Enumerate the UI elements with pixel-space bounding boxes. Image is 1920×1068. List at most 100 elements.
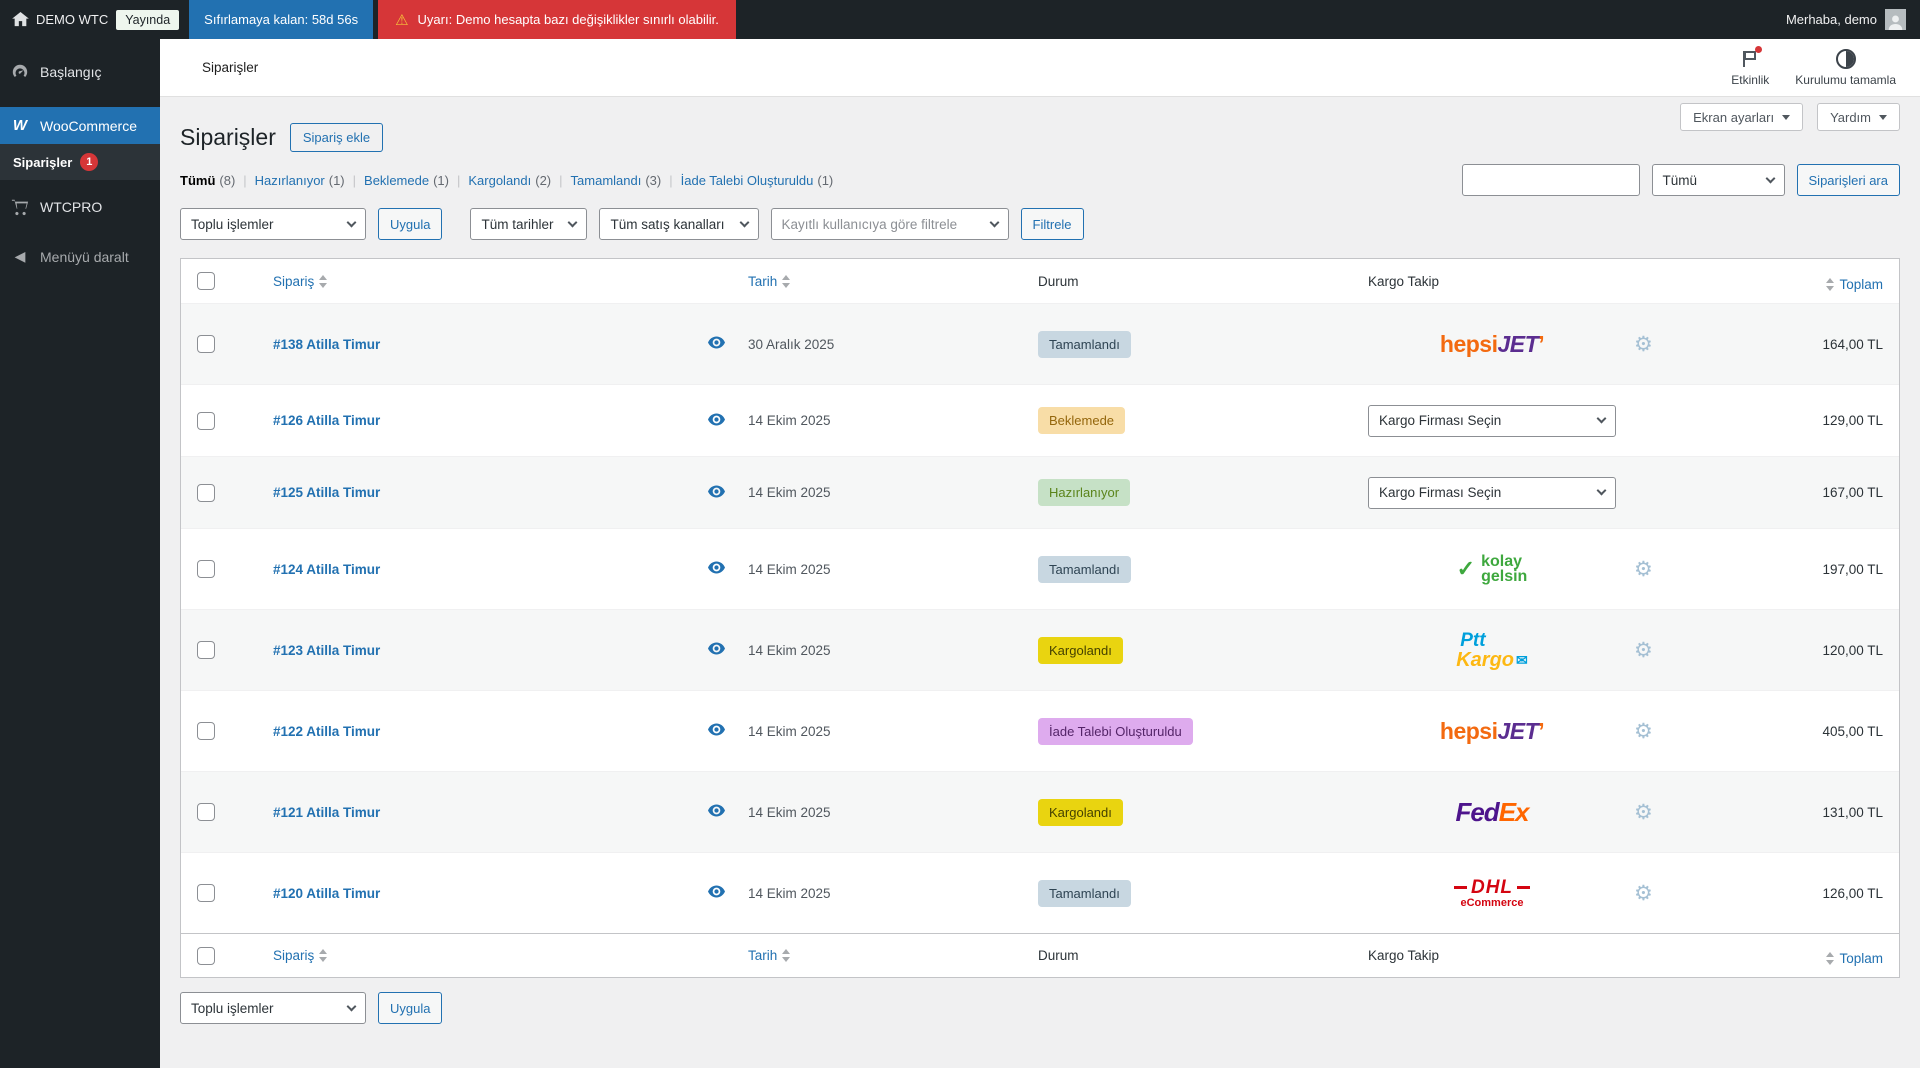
order-link[interactable]: #124 Atilla Timur [273, 562, 380, 577]
sidebar-item-baslangic[interactable]: Başlangıç [0, 53, 160, 91]
chevron-down-icon [347, 1001, 357, 1011]
cargo-cell: hepsiJET’ ⚙ [1352, 718, 1682, 745]
cargo-settings-gear-icon[interactable]: ⚙ [1634, 640, 1653, 661]
preview-eye-icon[interactable] [708, 885, 725, 898]
sort-by-date[interactable]: Tarih [748, 948, 795, 963]
search-type-select[interactable]: Tümü [1652, 164, 1785, 196]
avatar[interactable] [1885, 9, 1906, 30]
status-badge: Tamamlandı [1038, 556, 1131, 583]
cargo-settings-gear-icon[interactable]: ⚙ [1634, 802, 1653, 823]
cargo-settings-gear-icon[interactable]: ⚙ [1634, 334, 1653, 355]
sidebar-item-wtcpro[interactable]: WTCPRO [0, 188, 160, 226]
greeting-text[interactable]: Merhaba, demo [1786, 12, 1877, 27]
column-cargo: Kargo Takip [1368, 274, 1439, 289]
status-filter-link[interactable]: Tamamlandı [571, 173, 642, 188]
row-checkbox[interactable] [197, 884, 215, 902]
status-filter-link[interactable]: Hazırlanıyor [255, 173, 325, 188]
sort-by-total[interactable]: Toplam [1821, 277, 1883, 292]
cargo-settings-gear-icon[interactable]: ⚙ [1634, 883, 1653, 904]
bulk-actions-select[interactable]: Toplu işlemler [180, 208, 366, 240]
order-link[interactable]: #123 Atilla Timur [273, 643, 380, 658]
site-menu[interactable]: DEMO WTC [12, 12, 108, 27]
cargo-company-select[interactable]: Kargo Firması Seçin [1368, 477, 1616, 509]
preview-eye-icon[interactable] [708, 561, 725, 574]
status-filter-link[interactable]: Tümü [180, 173, 215, 188]
status-filter-links: Tümü (8)Hazırlanıyor (1) Beklemede (1) Kargol… [180, 173, 833, 188]
dashboard-icon [10, 63, 30, 81]
collapse-menu-button[interactable]: ◀ Menüyü daralt [0, 238, 160, 275]
order-total: 126,00 TL [1822, 886, 1883, 901]
row-checkbox[interactable] [197, 722, 215, 740]
sort-by-date[interactable]: Tarih [748, 274, 795, 289]
preview-eye-icon[interactable] [708, 336, 725, 349]
order-link[interactable]: #120 Atilla Timur [273, 886, 380, 901]
search-orders-button[interactable]: Siparişleri ara [1797, 164, 1900, 196]
activity-button[interactable]: Etkinlik [1731, 48, 1769, 87]
sort-arrows-icon [782, 949, 790, 962]
bulk-actions-select-bottom[interactable]: Toplu işlemler [180, 992, 366, 1024]
order-link[interactable]: #126 Atilla Timur [273, 413, 380, 428]
customer-filter-select[interactable]: Kayıtlı kullanıcıya göre filtrele [771, 208, 1009, 240]
cargo-settings-gear-icon[interactable]: ⚙ [1634, 721, 1653, 742]
orders-table-body: #138 Atilla Timur 30 Aralık 2025 Tamamla… [181, 303, 1899, 933]
add-order-button[interactable]: Sipariş ekle [290, 123, 383, 152]
search-input[interactable] [1462, 164, 1640, 196]
order-link[interactable]: #125 Atilla Timur [273, 485, 380, 500]
sort-by-total[interactable]: Toplam [1821, 951, 1883, 966]
sales-channel-select[interactable]: Tüm satış kanalları [599, 208, 758, 240]
cargo-cell: Ptt Kargo✉ ⚙ [1352, 631, 1682, 670]
order-link[interactable]: #138 Atilla Timur [273, 337, 380, 352]
status-filter-count: (8) [219, 173, 235, 188]
sort-arrows-icon [319, 949, 327, 962]
help-button[interactable]: Yardım [1817, 103, 1900, 131]
demo-warning-banner: ⚠ Uyarı: Demo hesapta bazı değişiklikler… [378, 0, 736, 39]
status-filter-link[interactable]: İade Talebi Oluşturuldu [681, 173, 814, 188]
status-filter-link[interactable]: Kargolandı [468, 173, 531, 188]
sidebar-item-woocommerce[interactable]: W WooCommerce [0, 107, 160, 144]
select-all-checkbox[interactable] [197, 272, 215, 290]
row-checkbox[interactable] [197, 335, 215, 353]
table-header: Sipariş Tarih Durum Kargo Tak [181, 259, 1899, 303]
chevron-down-icon [347, 217, 357, 227]
warning-icon: ⚠ [395, 11, 408, 29]
preview-eye-icon[interactable] [708, 723, 725, 736]
cargo-company-select[interactable]: Kargo Firması Seçin [1368, 405, 1616, 437]
preview-eye-icon[interactable] [708, 485, 725, 498]
row-checkbox[interactable] [197, 803, 215, 821]
status-filter-item: Hazırlanıyor (1) [235, 173, 344, 188]
status-filter-count: (3) [645, 173, 661, 188]
status-filter-link[interactable]: Beklemede [364, 173, 429, 188]
status-badge: Beklemede [1038, 407, 1125, 434]
row-checkbox[interactable] [197, 560, 215, 578]
cargo-logo-hepsijet: hepsiJET’ [1368, 331, 1616, 358]
order-link[interactable]: #122 Atilla Timur [273, 724, 380, 739]
sort-by-order[interactable]: Sipariş [273, 274, 332, 289]
preview-eye-icon[interactable] [708, 642, 725, 655]
sort-arrows-icon [1826, 278, 1834, 291]
screen-options-button[interactable]: Ekran ayarları [1680, 103, 1803, 131]
envelope-icon: ✉ [1516, 653, 1528, 667]
sort-by-order[interactable]: Sipariş [273, 948, 332, 963]
finish-setup-button[interactable]: Kurulumu tamamla [1795, 48, 1896, 87]
preview-eye-icon[interactable] [708, 413, 725, 426]
apply-button[interactable]: Uygula [378, 208, 442, 240]
cargo-settings-gear-icon[interactable]: ⚙ [1634, 559, 1653, 580]
sidebar-item-siparisler[interactable]: Siparişler 1 [0, 144, 160, 180]
apply-button-bottom[interactable]: Uygula [378, 992, 442, 1024]
status-filter-count: (1) [329, 173, 345, 188]
table-row: #138 Atilla Timur 30 Aralık 2025 Tamamla… [181, 303, 1899, 384]
cargo-cell: ✓ kolaygelsin ⚙ [1352, 554, 1682, 584]
order-link[interactable]: #121 Atilla Timur [273, 805, 380, 820]
chevron-down-icon [1597, 486, 1607, 496]
wordpress-admin: DEMO WTC Yayında Sıfırlamaya kalan: 58d … [0, 0, 1920, 1068]
filter-button[interactable]: Filtrele [1021, 208, 1084, 240]
preview-eye-icon[interactable] [708, 804, 725, 817]
chevron-down-icon [739, 217, 749, 227]
order-date: 30 Aralık 2025 [748, 337, 834, 352]
select-all-checkbox[interactable] [197, 947, 215, 965]
dates-filter-select[interactable]: Tüm tarihler [470, 208, 587, 240]
row-checkbox[interactable] [197, 484, 215, 502]
cart-icon [10, 198, 30, 216]
row-checkbox[interactable] [197, 641, 215, 659]
row-checkbox[interactable] [197, 412, 215, 430]
